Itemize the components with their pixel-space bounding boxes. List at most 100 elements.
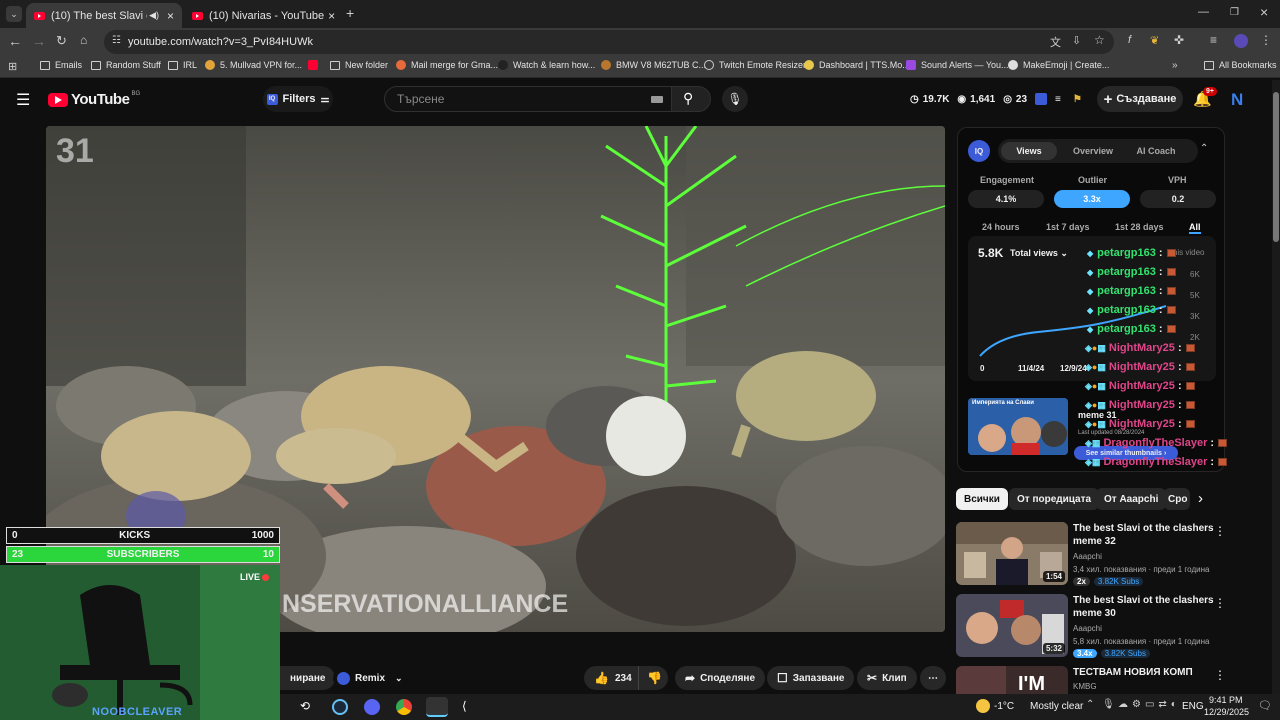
rec-title[interactable]: ТЕСТВАМ НОВИЯ КОМП xyxy=(1073,666,1223,679)
notifications-button[interactable]: 🔔 9+ xyxy=(1193,87,1217,108)
rec-menu-icon[interactable]: ⋮ xyxy=(1214,524,1226,538)
bookmark-item[interactable]: Random Stuff xyxy=(91,60,161,70)
rec-channel[interactable]: KMBG xyxy=(1073,682,1097,691)
tab-overview[interactable]: Overview xyxy=(1063,142,1123,160)
tab-active[interactable]: (10) The best Slavi ot clashe ◀) × xyxy=(26,3,182,28)
bookmark-item[interactable]: Emails xyxy=(40,60,82,70)
tray-icons[interactable]: ☁⚙▭⇄◐ xyxy=(1118,699,1181,710)
active-app-icon[interactable] xyxy=(426,697,448,717)
tab-inactive[interactable]: (10) Nivarias - YouTube × xyxy=(184,3,342,28)
profile-avatar[interactable] xyxy=(1234,34,1248,48)
flag-icon[interactable]: ⚑ xyxy=(1073,94,1082,105)
youtube-logo[interactable]: YouTube BG xyxy=(48,91,140,108)
rec-thumbnail[interactable]: 5:32 xyxy=(956,594,1068,657)
keyboard-icon[interactable] xyxy=(651,96,663,103)
chip-all[interactable]: Всички xyxy=(956,488,1008,510)
recommendation-item[interactable]: I'M ТЕСТВАМ НОВИЯ КОМП KMBG ⋮ xyxy=(956,666,1256,694)
extensions-puzzle-icon[interactable]: ✜ xyxy=(1174,33,1184,47)
extension-leaf-icon[interactable]: ❦ xyxy=(1150,34,1159,47)
steam-icon[interactable] xyxy=(332,699,348,715)
iq-stat-icon[interactable] xyxy=(1035,93,1048,105)
rec-thumbnail[interactable]: I'M xyxy=(956,666,1068,694)
chip-related[interactable]: Сро xyxy=(1164,488,1190,510)
bookmark-item[interactable]: Dashboard | TTS.Mo... xyxy=(804,60,910,70)
range-all[interactable]: All xyxy=(1189,222,1201,234)
tray-chevron-icon[interactable]: ⌃ xyxy=(1086,699,1094,710)
language[interactable]: ENG xyxy=(1182,701,1204,712)
home-icon[interactable]: ⌂ xyxy=(80,33,87,47)
reload-icon[interactable]: ↻ xyxy=(56,33,67,49)
tab-ai-coach[interactable]: AI Coach xyxy=(1128,142,1184,160)
bookmark-star-icon[interactable]: ☆ xyxy=(1094,33,1105,47)
range-7d[interactable]: 1st 7 days xyxy=(1046,222,1090,232)
create-button[interactable]: + Създаване xyxy=(1097,86,1183,112)
restore-icon[interactable]: ❐ xyxy=(1230,7,1239,18)
apps-grid-icon[interactable]: ⊞ xyxy=(8,60,17,73)
dislike-button[interactable]: 👎 xyxy=(638,666,668,690)
rec-title[interactable]: The best Slavi ot the clashers meme 30 xyxy=(1073,594,1223,620)
mic-tray-icon[interactable]: 🎙 xyxy=(1102,699,1115,710)
search-input[interactable]: Търсене xyxy=(384,86,672,112)
tab-views[interactable]: Views xyxy=(1001,142,1057,160)
share-button[interactable]: ➦ Споделяне xyxy=(675,666,765,690)
bookmark-item[interactable]: 5. Mullvad VPN for... xyxy=(205,60,302,70)
discord-icon[interactable] xyxy=(364,699,380,715)
bookmark-item[interactable]: Twitch Emote Resizer xyxy=(704,60,806,70)
install-icon[interactable]: ⇩ xyxy=(1072,34,1081,47)
bookmark-item[interactable]: New folder xyxy=(330,60,388,70)
more-actions-button[interactable]: ⋯ xyxy=(920,666,946,690)
forward-icon[interactable]: → xyxy=(32,33,46,49)
tab-close-icon[interactable]: × xyxy=(328,9,335,23)
account-avatar[interactable]: N xyxy=(1231,90,1243,110)
rec-channel[interactable]: Aaapchi xyxy=(1073,624,1102,633)
chrome-icon[interactable] xyxy=(396,699,412,715)
collapse-icon[interactable]: ⌃ xyxy=(1200,143,1208,154)
chart-select[interactable]: Total views ⌄ xyxy=(1010,248,1068,259)
close-window-icon[interactable]: × xyxy=(1260,4,1268,20)
speaker-icon[interactable]: ◀) xyxy=(149,10,159,21)
search-button[interactable]: ⚲ xyxy=(671,86,711,112)
thumbnail-preview[interactable]: Империята на Слави xyxy=(968,398,1068,455)
notification-center-icon[interactable]: 🗨 xyxy=(1258,699,1272,712)
site-info-icon[interactable]: ☷ xyxy=(112,35,121,46)
partial-action-button[interactable]: ниране xyxy=(280,666,336,690)
browser-menu-icon[interactable]: ⋮ xyxy=(1260,33,1272,47)
rec-thumbnail[interactable]: 1:54 xyxy=(956,522,1068,585)
chevron-right-icon[interactable]: › xyxy=(1198,490,1203,507)
chip-series[interactable]: От поредицата xyxy=(1009,488,1100,510)
bookmark-item[interactable]: BMW V8 M62TUB C... xyxy=(601,60,706,70)
back-icon[interactable]: ← xyxy=(8,33,22,49)
range-24h[interactable]: 24 hours xyxy=(982,222,1020,232)
clip-button[interactable]: ✂ Клип xyxy=(857,666,917,690)
list-icon[interactable]: ≡ xyxy=(1055,94,1061,105)
all-bookmarks[interactable]: All Bookmarks xyxy=(1204,60,1277,70)
translate-icon[interactable]: 文 xyxy=(1050,34,1061,50)
taskbar-back-icon[interactable]: ⟲ xyxy=(300,699,310,713)
remix-button[interactable]: Remix ⌄ xyxy=(333,666,407,690)
media-queue-icon[interactable]: ≡ xyxy=(1210,33,1217,47)
range-28d[interactable]: 1st 28 days xyxy=(1115,222,1164,232)
chip-channel[interactable]: От Aaapchi xyxy=(1096,488,1167,510)
scrollbar-thumb[interactable] xyxy=(1273,92,1279,242)
bookmark-item[interactable]: Watch & learn how... xyxy=(498,60,595,70)
like-button[interactable]: 👍 234 xyxy=(584,666,638,690)
voice-search-button[interactable]: 🎙 xyxy=(722,86,748,112)
extension-font-icon[interactable]: f xyxy=(1128,34,1131,46)
bookmark-item[interactable]: MakeEmoji | Create... xyxy=(1008,60,1109,70)
rec-menu-icon[interactable]: ⋮ xyxy=(1214,668,1226,682)
bookmark-item[interactable] xyxy=(308,60,323,70)
recommendation-item[interactable]: 1:54 The best Slavi ot the clashers meme… xyxy=(956,522,1256,586)
page-scrollbar[interactable] xyxy=(1272,80,1280,694)
more-bookmarks-icon[interactable]: » xyxy=(1172,60,1178,71)
address-bar[interactable]: ☷ youtube.com/watch?v=3_PvI84HUWk 文 ⇩ ☆ xyxy=(104,30,1114,54)
hamburger-menu-icon[interactable]: ☰ xyxy=(16,90,30,110)
rec-menu-icon[interactable]: ⋮ xyxy=(1214,596,1226,610)
rec-channel[interactable]: Aaapchi xyxy=(1073,552,1102,561)
tab-search-icon[interactable]: ⌄ xyxy=(6,6,22,22)
new-tab-icon[interactable]: + xyxy=(346,5,354,21)
save-button[interactable]: ☐ Запазване xyxy=(767,666,855,690)
rec-title[interactable]: The best Slavi ot the clashers meme 32 xyxy=(1073,522,1223,548)
filters-button[interactable]: IQ Filters ⚌ xyxy=(263,86,333,112)
bookmark-item[interactable]: Sound Alerts — You... xyxy=(906,60,1009,70)
recommendation-item[interactable]: 5:32 The best Slavi ot the clashers meme… xyxy=(956,594,1256,658)
